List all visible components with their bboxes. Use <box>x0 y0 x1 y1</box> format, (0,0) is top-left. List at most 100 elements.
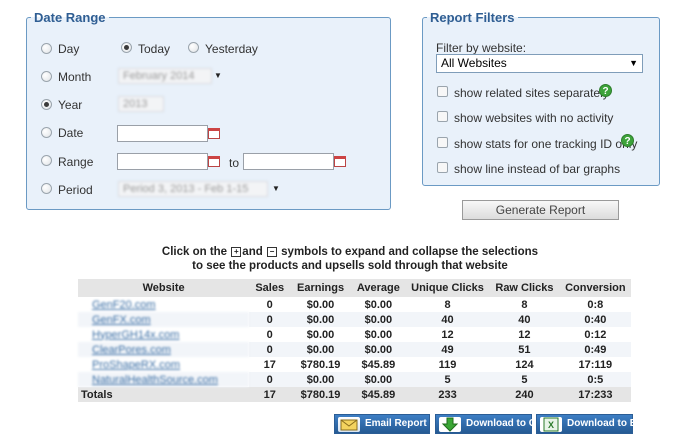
email-report-label: Email Report <box>365 418 427 429</box>
cell-raw-clicks: 40 <box>489 312 560 327</box>
period-label: Period <box>58 183 93 197</box>
date-range-legend: Date Range <box>34 10 106 25</box>
email-icon <box>338 417 360 432</box>
generate-report-button[interactable]: Generate Report <box>462 200 619 220</box>
show-related-sites-checkbox[interactable] <box>437 86 448 97</box>
svg-text:X: X <box>548 420 554 430</box>
period-select[interactable]: Period 3, 2013 - Feb 1-15 <box>118 181 268 197</box>
cell-unique-clicks: 40 <box>405 312 490 327</box>
today-radio[interactable] <box>121 42 132 53</box>
col-website: Website <box>78 279 250 297</box>
totals-label: Totals <box>78 387 250 402</box>
cell-earnings: $780.19 <box>300 358 341 371</box>
line-graphs-label: show line instead of bar graphs <box>454 162 621 176</box>
total-sales: 17 <box>249 387 291 402</box>
cell-average: $0.00 <box>350 312 406 327</box>
cell-raw-clicks: 51 <box>489 342 560 357</box>
month-select[interactable]: February 2014 <box>118 68 212 84</box>
cell-earnings: $0.00 <box>290 312 351 327</box>
year-select[interactable]: 2013 <box>118 96 164 112</box>
table-row: HyperGH14x.com 0 $0.00 $0.00 12 12 0:12 <box>78 327 631 342</box>
show-related-sites-label: show related sites separately <box>454 86 609 100</box>
range-from-calendar-icon[interactable] <box>208 156 220 167</box>
cell-unique-clicks: 8 <box>444 298 451 311</box>
cell-conversion: 0:49 <box>559 342 631 357</box>
cell-raw-clicks: 124 <box>515 358 534 371</box>
website-link[interactable]: NaturalHealthSource.com <box>78 372 250 387</box>
col-raw-clicks: Raw Clicks <box>489 279 560 297</box>
show-no-activity-checkbox[interactable] <box>437 111 448 122</box>
col-unique-clicks: Unique Clicks <box>405 279 490 297</box>
date-label: Date <box>58 126 84 140</box>
info-line-1: Click on the + and − symbols to expand an… <box>0 246 700 258</box>
col-sales: Sales <box>249 279 291 297</box>
range-to-input[interactable] <box>243 153 334 170</box>
yesterday-label: Yesterday <box>205 42 258 56</box>
cell-sales: 0 <box>249 372 291 387</box>
cell-conversion: 0:40 <box>559 312 631 327</box>
download-arrow-icon <box>439 417 461 432</box>
show-no-activity-label: show websites with no activity <box>454 111 614 125</box>
cell-average: $0.00 <box>350 342 406 357</box>
cell-unique-clicks: 5 <box>405 372 490 387</box>
year-radio[interactable] <box>41 99 52 110</box>
month-dropdown-icon[interactable]: ▼ <box>214 71 222 80</box>
date-calendar-icon[interactable] <box>208 128 220 139</box>
website-select[interactable]: All Websites ▼ <box>436 54 643 73</box>
help-icon[interactable]: ? <box>599 84 612 97</box>
cell-average: $0.00 <box>364 328 393 341</box>
month-label: Month <box>58 70 92 84</box>
website-link[interactable]: ClearPores.com <box>78 342 250 357</box>
year-label: Year <box>58 98 83 112</box>
total-unique-clicks: 233 <box>405 387 490 402</box>
website-select-value: All Websites <box>441 56 507 70</box>
totals-row: Totals 17 $780.19 $45.89 233 240 17:233 <box>78 387 631 402</box>
cell-average: $0.00 <box>364 298 393 311</box>
info-line-2: to see the products and upsells sold thr… <box>192 260 508 272</box>
info-text-b: symbols to expand and collapse the selec… <box>281 246 539 258</box>
download-csv-button[interactable]: Download to CSV <box>435 414 549 434</box>
col-average: Average <box>350 279 406 297</box>
table-row: GenF20.com 0 $0.00 $0.00 8 8 0:8 <box>78 297 631 312</box>
date-radio[interactable] <box>41 127 52 138</box>
period-radio[interactable] <box>41 183 52 194</box>
col-conversion: Conversion <box>559 279 631 297</box>
cell-unique-clicks: 12 <box>441 328 454 341</box>
cell-raw-clicks: 12 <box>518 328 531 341</box>
excel-icon: X <box>540 417 562 432</box>
table-row: ClearPores.com 0 $0.00 $0.00 49 51 0:49 <box>78 342 631 357</box>
line-graphs-checkbox[interactable] <box>437 162 448 173</box>
day-radio[interactable] <box>41 43 52 54</box>
website-link[interactable]: GenFX.com <box>78 312 250 327</box>
download-excel-button[interactable]: X Download to Excel <box>536 414 656 434</box>
cell-conversion: 17:119 <box>578 358 613 371</box>
website-link[interactable]: GenF20.com <box>78 297 249 312</box>
yesterday-radio[interactable] <box>188 42 199 53</box>
cell-conversion: 0:5 <box>559 372 631 387</box>
one-tracking-id-checkbox[interactable] <box>437 137 448 148</box>
table-row: NaturalHealthSource.com 0 $0.00 $0.00 5 … <box>78 372 631 387</box>
date-input[interactable] <box>117 125 208 142</box>
collapse-minus-icon: − <box>266 246 277 257</box>
website-link[interactable]: HyperGH14x.com <box>78 327 249 342</box>
email-report-button[interactable]: Email Report <box>334 414 430 434</box>
cell-raw-clicks: 8 <box>521 298 528 311</box>
cell-raw-clicks: 5 <box>489 372 560 387</box>
range-radio[interactable] <box>41 155 52 166</box>
total-conversion: 17:233 <box>559 387 631 402</box>
range-from-input[interactable] <box>117 153 208 170</box>
download-excel-label: Download to Excel <box>567 418 656 429</box>
website-dropdown-icon[interactable]: ▼ <box>629 55 638 72</box>
website-link[interactable]: ProShapeRX.com <box>78 357 249 372</box>
cell-average: $0.00 <box>350 372 406 387</box>
cell-earnings: $0.00 <box>306 328 335 341</box>
cell-unique-clicks: 49 <box>405 342 490 357</box>
one-tracking-id-label: show stats for one tracking ID only <box>454 137 638 151</box>
month-radio[interactable] <box>41 71 52 82</box>
cell-sales: 0 <box>266 298 273 311</box>
total-earnings: $780.19 <box>290 387 351 402</box>
help-icon[interactable]: ? <box>621 134 634 147</box>
info-text-a: Click on the <box>161 246 228 258</box>
range-to-calendar-icon[interactable] <box>334 156 346 167</box>
period-dropdown-icon[interactable]: ▼ <box>272 184 280 193</box>
